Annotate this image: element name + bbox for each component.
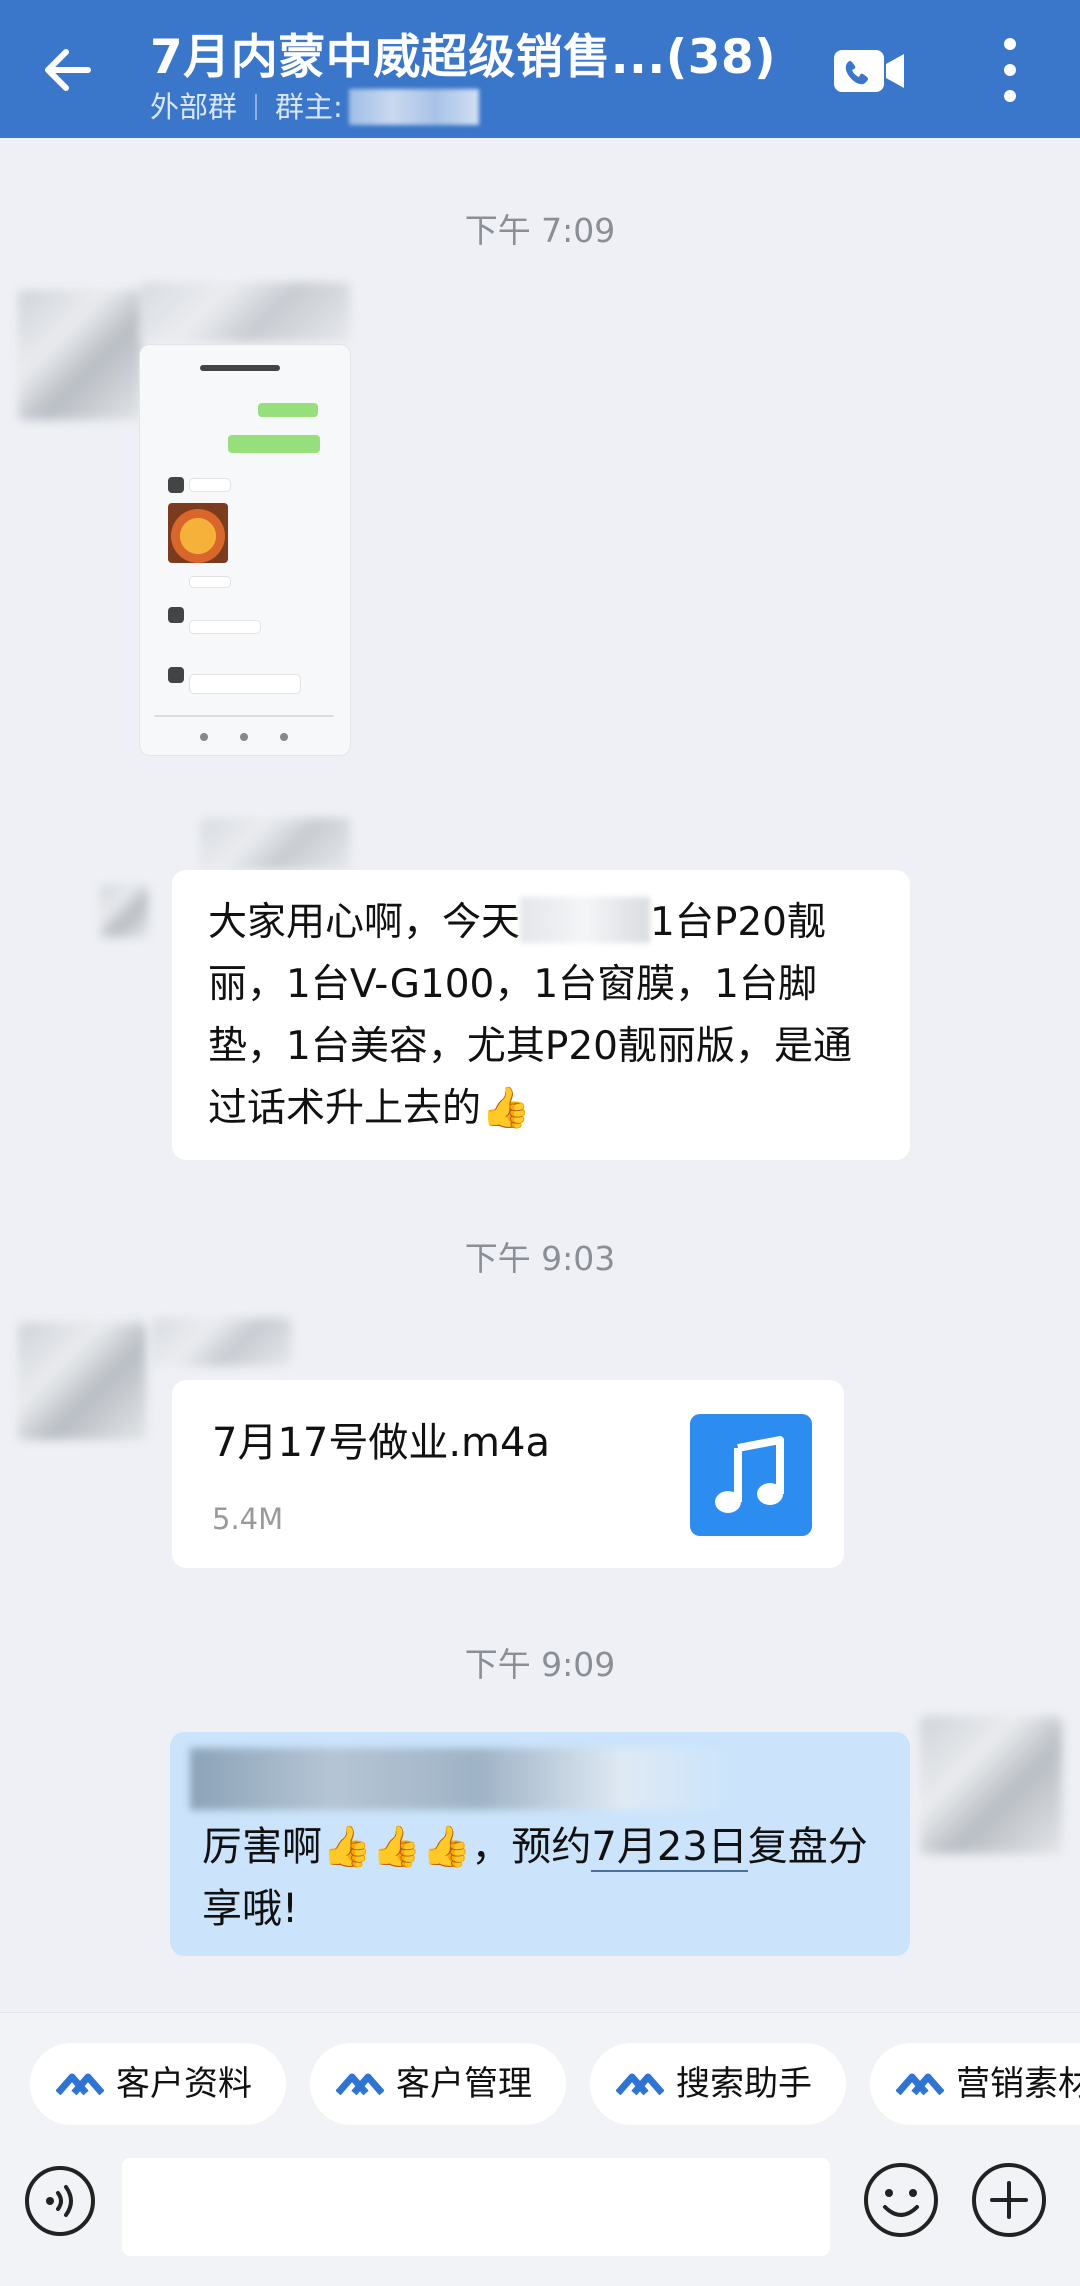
sender-name-redacted bbox=[200, 818, 350, 870]
avatar[interactable] bbox=[18, 290, 142, 420]
owner-name-redacted bbox=[348, 89, 479, 125]
emoji-icon[interactable] bbox=[862, 2161, 940, 2239]
divider bbox=[255, 94, 258, 120]
group-type-label: 外部群 bbox=[150, 90, 238, 124]
chip-marketing-materials[interactable]: 营销素材 bbox=[870, 2043, 1080, 2125]
sender-name-redacted bbox=[140, 282, 350, 342]
chip-customer-management[interactable]: 客户管理 bbox=[310, 2043, 566, 2125]
chat-title[interactable]: 7月内蒙中威超级销售...(38) bbox=[150, 18, 776, 87]
chevron-logo-icon bbox=[56, 2073, 104, 2096]
date-link[interactable]: 7月23日 bbox=[591, 1824, 748, 1872]
message-text: 厉害啊👍👍👍，预约7月23日复盘分享哦! bbox=[202, 1824, 868, 1932]
chat-subtitle: 外部群 群主: bbox=[150, 84, 479, 126]
plus-icon[interactable] bbox=[970, 2161, 1048, 2239]
message-text: 大家用心啊，今天 1台P20靓丽，1台V-G100，1台窗膜，1台脚垫，1台美容，… bbox=[208, 892, 858, 1140]
timestamp: 下午 9:03 bbox=[464, 1239, 616, 1278]
chevron-logo-icon bbox=[616, 2073, 664, 2096]
timestamp: 下午 9:09 bbox=[464, 1645, 616, 1684]
thumbs-up-emoji: 👍 bbox=[481, 1085, 531, 1131]
voice-input-icon[interactable] bbox=[24, 2165, 96, 2237]
chevron-logo-icon bbox=[896, 2073, 944, 2096]
chip-customer-info[interactable]: 客户资料 bbox=[30, 2043, 286, 2125]
thumbs-up-emoji: 👍👍👍 bbox=[322, 1824, 472, 1870]
back-arrow-icon[interactable] bbox=[36, 38, 100, 102]
own-text-message[interactable]: 厉害啊👍👍👍，预约7月23日复盘分享哦! bbox=[170, 1732, 910, 1956]
owner-label: 群主: bbox=[275, 90, 343, 124]
text-message[interactable]: 大家用心啊，今天 1台P20靓丽，1台V-G100，1台窗膜，1台脚垫，1台美容，… bbox=[172, 870, 910, 1160]
chevron-logo-icon bbox=[336, 2073, 384, 2096]
avatar[interactable] bbox=[100, 885, 148, 937]
image-message[interactable] bbox=[140, 345, 350, 755]
bottom-toolbar: 客户资料 客户管理 搜索助手 营销素材 bbox=[0, 2012, 1080, 2286]
my-avatar[interactable] bbox=[920, 1716, 1062, 1854]
sender-name-redacted bbox=[152, 1318, 292, 1366]
chip-search-assistant[interactable]: 搜索助手 bbox=[590, 2043, 846, 2125]
video-call-icon[interactable] bbox=[832, 40, 906, 102]
message-input[interactable] bbox=[122, 2158, 830, 2256]
timestamp: 下午 7:09 bbox=[464, 211, 616, 250]
avatar[interactable] bbox=[18, 1322, 146, 1440]
quoted-text-redacted bbox=[190, 1748, 730, 1810]
music-file-icon bbox=[690, 1414, 812, 1536]
more-options-icon[interactable] bbox=[990, 34, 1030, 106]
redacted-text bbox=[520, 897, 651, 943]
file-message[interactable]: 7月17号做业.m4a 5.4M bbox=[172, 1380, 844, 1568]
file-size: 5.4M bbox=[212, 1502, 284, 1536]
file-name: 7月17号做业.m4a bbox=[212, 1420, 550, 1466]
chat-header: 7月内蒙中威超级销售...(38) 外部群 群主: bbox=[0, 0, 1080, 138]
